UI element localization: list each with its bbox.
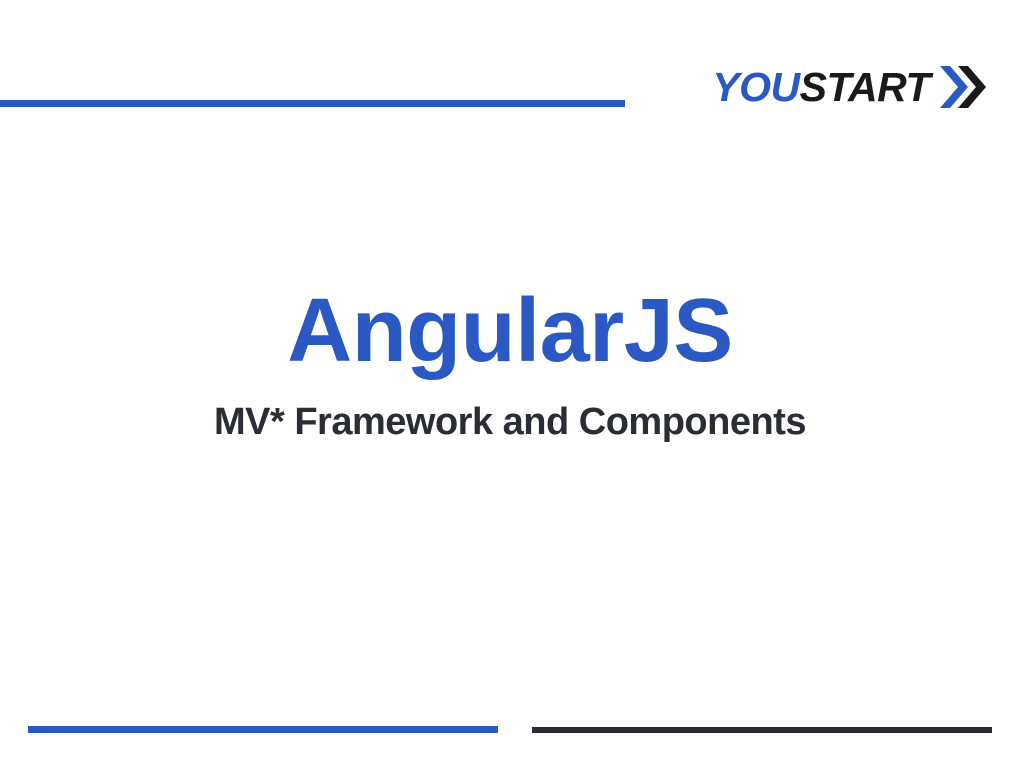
slide-content: AngularJS MV* Framework and Components bbox=[0, 280, 1020, 444]
logo-start-text: START bbox=[800, 64, 930, 111]
logo-text: YOU START bbox=[712, 64, 930, 111]
logo-you-text: YOU bbox=[712, 64, 799, 111]
arrows-icon bbox=[938, 62, 996, 112]
subtitle: MV* Framework and Components bbox=[0, 401, 1020, 444]
logo: YOU START bbox=[712, 62, 996, 112]
header-divider-line bbox=[0, 100, 625, 107]
footer-divider-dark bbox=[532, 727, 992, 733]
main-title: AngularJS bbox=[0, 280, 1020, 383]
footer-divider-blue bbox=[28, 726, 498, 733]
